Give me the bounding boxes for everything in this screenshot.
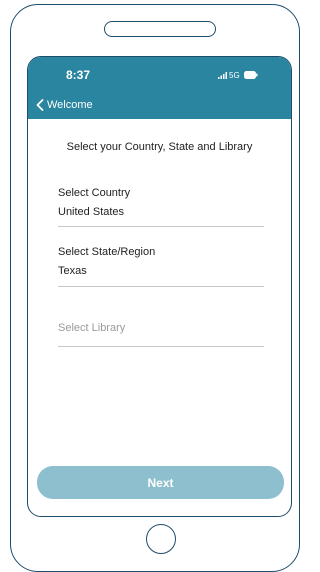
country-label: Select Country: [58, 187, 131, 199]
state-label: Select State/Region: [58, 246, 156, 258]
library-select[interactable]: Select Library: [58, 322, 264, 347]
home-button[interactable]: [146, 524, 176, 554]
country-select[interactable]: Select Country United States: [58, 187, 264, 227]
app-screen: 8:37 5G Welcome Select your Country, Sta…: [27, 56, 292, 517]
network-type: 5G: [229, 71, 240, 80]
phone-speaker: [104, 21, 216, 37]
back-button[interactable]: Welcome: [36, 98, 93, 112]
page-heading: Select your Country, State and Library: [66, 141, 253, 153]
library-placeholder: Select Library: [58, 322, 126, 334]
status-time: 8:37: [66, 68, 91, 82]
top-bar: 8:37 5G Welcome: [28, 57, 291, 119]
signal-bars-icon: [218, 72, 227, 79]
back-label: Welcome: [47, 99, 93, 111]
state-select[interactable]: Select State/Region Texas: [58, 246, 264, 287]
chevron-left-icon: [36, 99, 44, 111]
battery-icon: [244, 71, 258, 79]
next-button[interactable]: Next: [37, 466, 284, 499]
state-value: Texas: [58, 265, 87, 277]
country-value: United States: [58, 206, 125, 218]
